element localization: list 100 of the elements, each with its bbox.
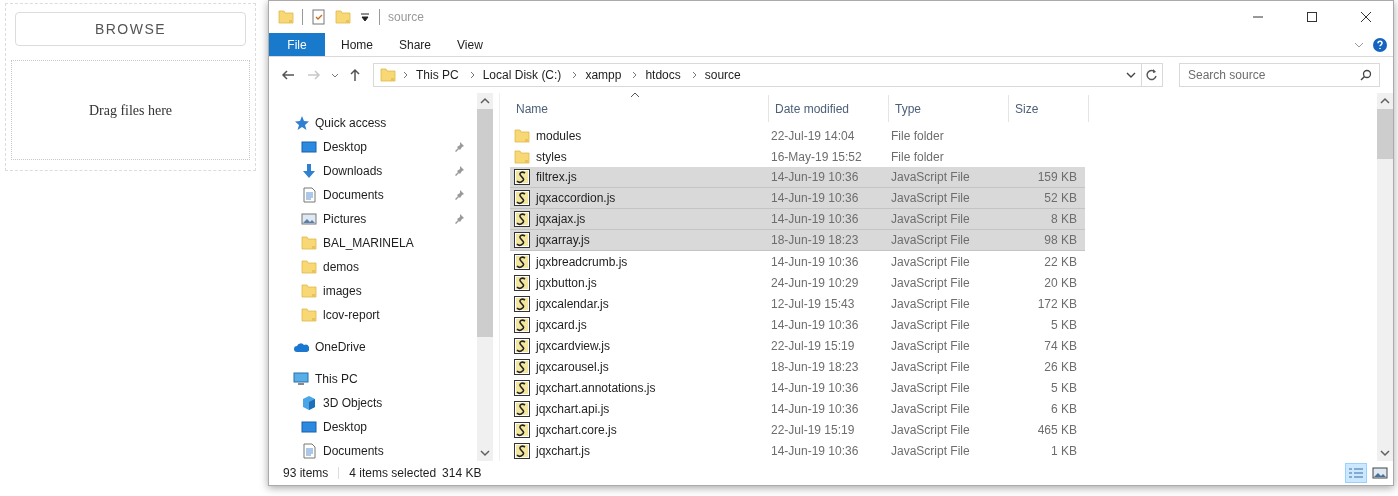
sort-ascending-icon bbox=[630, 91, 640, 99]
folder-icon bbox=[514, 127, 530, 144]
file-row[interactable]: jqxajax.js 14-Jun-19 10:36 JavaScript File 8 KB bbox=[510, 209, 1085, 230]
file-row[interactable]: jqxchart.core.js 22-Jul-19 15:19 JavaScript File 465 KB bbox=[510, 419, 1085, 440]
script-file-icon bbox=[514, 400, 530, 417]
nav-item[interactable]: OneDrive bbox=[269, 335, 477, 359]
nav-item[interactable]: images bbox=[269, 279, 477, 303]
ribbon-tab[interactable]: View bbox=[441, 33, 499, 56]
dropdown-icon[interactable] bbox=[359, 11, 371, 23]
file-row[interactable]: jqxchart.annotations.js 14-Jun-19 10:36 JavaScript File 5 KB bbox=[510, 377, 1085, 398]
nav-item[interactable]: Downloads bbox=[269, 159, 477, 183]
file-name: jqxchart.annotations.js bbox=[536, 379, 656, 397]
file-name: styles bbox=[536, 148, 567, 166]
column-header[interactable]: Date modified bbox=[769, 95, 889, 122]
size-cell-text: 52 KB bbox=[1043, 190, 1077, 207]
script-file-icon bbox=[514, 169, 530, 185]
selection-count: 4 items selected bbox=[349, 465, 437, 482]
folder-icon bbox=[301, 235, 317, 251]
nav-item[interactable]: BAL_MARINELA bbox=[269, 231, 477, 255]
file-name: jqxchart.js bbox=[536, 442, 591, 460]
refresh-icon[interactable] bbox=[1144, 68, 1160, 82]
breadcrumb-item[interactable]: htdocs bbox=[645, 66, 681, 84]
scroll-thumb[interactable] bbox=[1377, 109, 1393, 159]
nav-item[interactable]: Pictures bbox=[269, 207, 477, 231]
type-cell-text: JavaScript File bbox=[891, 253, 971, 271]
pin-icon bbox=[453, 141, 465, 153]
type-cell-text: JavaScript File bbox=[891, 400, 971, 418]
star-icon bbox=[293, 115, 309, 131]
drop-zone[interactable]: Drag files here bbox=[11, 60, 250, 160]
file-row[interactable]: filtrex.js 14-Jun-19 10:36 JavaScript File 159 KB bbox=[510, 167, 1085, 188]
size-cell-text: 159 KB bbox=[1036, 169, 1077, 186]
date-cell-text: 14-Jun-19 10:36 bbox=[771, 169, 860, 186]
breadcrumb-item[interactable]: xampp bbox=[585, 66, 622, 84]
file-row[interactable]: jqxarray.js 18-Jun-19 18:23 JavaScript File 98 KB bbox=[510, 230, 1085, 251]
file-row[interactable]: jqxcard.js 14-Jun-19 10:36 JavaScript File 5 KB bbox=[510, 314, 1085, 335]
scrollbar[interactable] bbox=[477, 93, 493, 461]
script-file-icon bbox=[514, 421, 530, 438]
desktop-icon bbox=[301, 139, 317, 155]
type-cell-text: File folder bbox=[891, 127, 945, 145]
nav-item[interactable]: This PC bbox=[269, 367, 477, 391]
ribbon-tab[interactable]: Share bbox=[383, 33, 441, 56]
date-cell-text: 14-Jun-19 10:36 bbox=[771, 379, 860, 397]
cube-icon bbox=[301, 395, 317, 411]
file-row[interactable]: jqxchart.js 14-Jun-19 10:36 JavaScript File 1 KB bbox=[510, 440, 1085, 461]
file-row[interactable]: jqxbutton.js 24-Jun-19 10:29 JavaScript File 20 KB bbox=[510, 272, 1085, 293]
ribbon-tab[interactable]: Home bbox=[325, 33, 383, 56]
nav-item[interactable]: Documents bbox=[269, 439, 477, 463]
size-cell-text: 5 KB bbox=[1050, 316, 1077, 334]
folder-icon bbox=[514, 148, 530, 165]
address-bar[interactable]: This PC Local Disk (C:) xampp htdocs source bbox=[373, 63, 1163, 87]
file-name: jqxcarousel.js bbox=[536, 358, 609, 376]
column-header[interactable]: Name bbox=[510, 95, 769, 122]
breadcrumb-chevron-icon bbox=[402, 71, 410, 79]
column-header[interactable]: Type bbox=[889, 95, 1009, 122]
breadcrumb-item[interactable]: source bbox=[704, 66, 741, 84]
nav-item[interactable]: Desktop bbox=[269, 135, 477, 159]
breadcrumb-item[interactable]: Local Disk (C:) bbox=[482, 66, 562, 84]
breadcrumb-item[interactable]: This PC bbox=[416, 66, 459, 84]
date-cell-text: 22-Jul-19 15:19 bbox=[771, 337, 856, 355]
type-cell-text: JavaScript File bbox=[891, 316, 971, 334]
column-header[interactable]: Size bbox=[1009, 95, 1089, 122]
type-cell-text: JavaScript File bbox=[891, 379, 971, 397]
file-row[interactable]: jqxcalendar.js 12-Jul-19 15:43 JavaScript File 172 KB bbox=[510, 293, 1085, 314]
nav-item[interactable]: Desktop bbox=[269, 415, 477, 439]
file-name: jqxbreadcrumb.js bbox=[536, 253, 628, 271]
file-row[interactable]: styles 16-May-19 15:52 File folder bbox=[510, 146, 1085, 167]
file-row[interactable]: jqxchart.api.js 14-Jun-19 10:36 JavaScript File 6 KB bbox=[510, 398, 1085, 419]
folder-icon bbox=[380, 67, 396, 83]
picture-icon bbox=[301, 211, 317, 227]
nav-item[interactable]: Documents bbox=[269, 183, 477, 207]
type-cell-text: JavaScript File bbox=[891, 169, 971, 186]
browse-button[interactable]: BROWSE bbox=[15, 12, 246, 46]
folder-icon bbox=[301, 283, 317, 299]
file-name: jqxaccordion.js bbox=[536, 190, 616, 207]
file-row[interactable]: jqxaccordion.js 14-Jun-19 10:36 JavaScript File 52 KB bbox=[510, 188, 1085, 209]
size-cell-text: 74 KB bbox=[1043, 337, 1077, 355]
help-icon[interactable] bbox=[1373, 37, 1387, 52]
file-row[interactable]: jqxcarousel.js 18-Jun-19 18:23 JavaScript File 26 KB bbox=[510, 356, 1085, 377]
nav-item[interactable]: 3D Objects bbox=[269, 391, 477, 415]
scrollbar[interactable] bbox=[1377, 93, 1393, 461]
pin-icon bbox=[453, 213, 465, 225]
file-row[interactable]: modules 22-Jul-19 14:04 File folder bbox=[510, 125, 1085, 146]
scroll-thumb[interactable] bbox=[477, 109, 493, 337]
search-field[interactable]: Search source bbox=[1179, 63, 1380, 87]
nav-item[interactable]: Quick access bbox=[269, 111, 477, 135]
computer-icon bbox=[293, 371, 309, 387]
folder-icon bbox=[278, 9, 294, 25]
large-icons-icon bbox=[1372, 467, 1388, 479]
type-cell-text: JavaScript File bbox=[891, 442, 971, 460]
search-icon[interactable] bbox=[1360, 69, 1372, 81]
nav-item[interactable]: lcov-report bbox=[269, 303, 477, 327]
ribbon-tab[interactable]: File bbox=[269, 33, 325, 56]
type-cell-text: JavaScript File bbox=[891, 232, 971, 249]
file-row[interactable]: jqxcardview.js 22-Jul-19 15:19 JavaScript File 74 KB bbox=[510, 335, 1085, 356]
file-row[interactable]: jqxbreadcrumb.js 14-Jun-19 10:36 JavaScript File 22 KB bbox=[510, 251, 1085, 272]
type-cell-text: JavaScript File bbox=[891, 274, 971, 292]
date-cell-text: 14-Jun-19 10:36 bbox=[771, 400, 860, 418]
properties-icon[interactable] bbox=[311, 9, 327, 25]
folder-icon bbox=[301, 307, 317, 323]
nav-item[interactable]: demos bbox=[269, 255, 477, 279]
